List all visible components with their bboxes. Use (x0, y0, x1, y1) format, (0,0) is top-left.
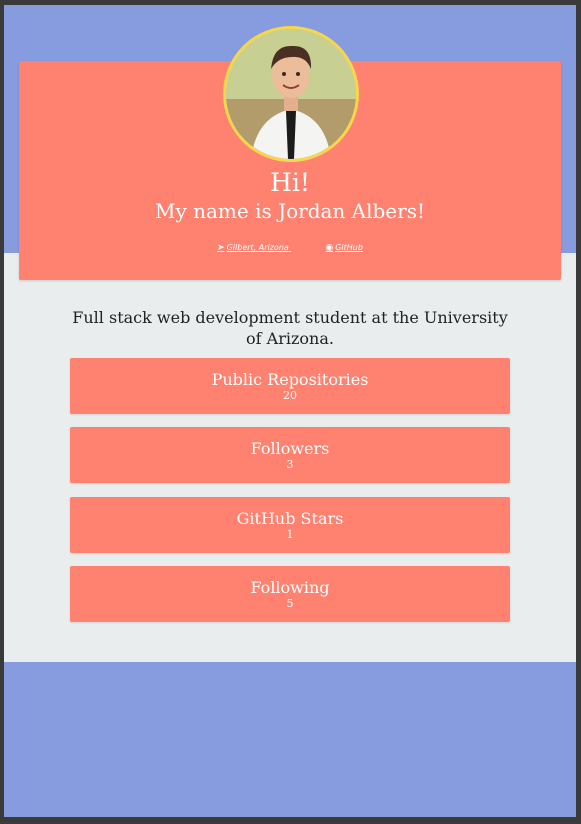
stat-public-repositories[interactable]: Public Repositories 20 (70, 358, 510, 414)
avatar-photo (226, 29, 356, 159)
stat-followers[interactable]: Followers 3 (70, 427, 510, 483)
stat-value: 20 (283, 389, 297, 402)
avatar (223, 26, 359, 162)
profile-links: ➤ Gilbert, Arizona ◉ GitHub (19, 243, 561, 253)
bio-text: Full stack web development student at th… (72, 308, 508, 348)
github-link[interactable]: ◉ GitHub (325, 243, 363, 253)
location-link[interactable]: ➤ Gilbert, Arizona (217, 243, 291, 253)
footer-background-band (4, 662, 576, 817)
stat-github-stars[interactable]: GitHub Stars 1 (70, 497, 510, 553)
location-arrow-icon: ➤ (217, 243, 225, 253)
stat-following[interactable]: Following 5 (70, 566, 510, 622)
intro-heading: My name is Jordan Albers! (154, 199, 426, 223)
greeting-heading: Hi! (270, 168, 310, 197)
stat-label: Public Repositories (211, 370, 369, 389)
stat-label: Following (250, 578, 330, 597)
profile-page: Hi! My name is Jordan Albers! ➤ Gilbert, … (4, 5, 576, 817)
github-label: GitHub (335, 243, 363, 252)
stat-value: 5 (286, 597, 294, 610)
stat-value: 3 (286, 458, 294, 471)
stat-value: 1 (286, 528, 294, 541)
github-icon: ◉ (325, 243, 334, 253)
stat-label: Followers (250, 439, 330, 458)
location-label: Gilbert, Arizona (226, 243, 289, 252)
stat-label: GitHub Stars (236, 509, 344, 528)
